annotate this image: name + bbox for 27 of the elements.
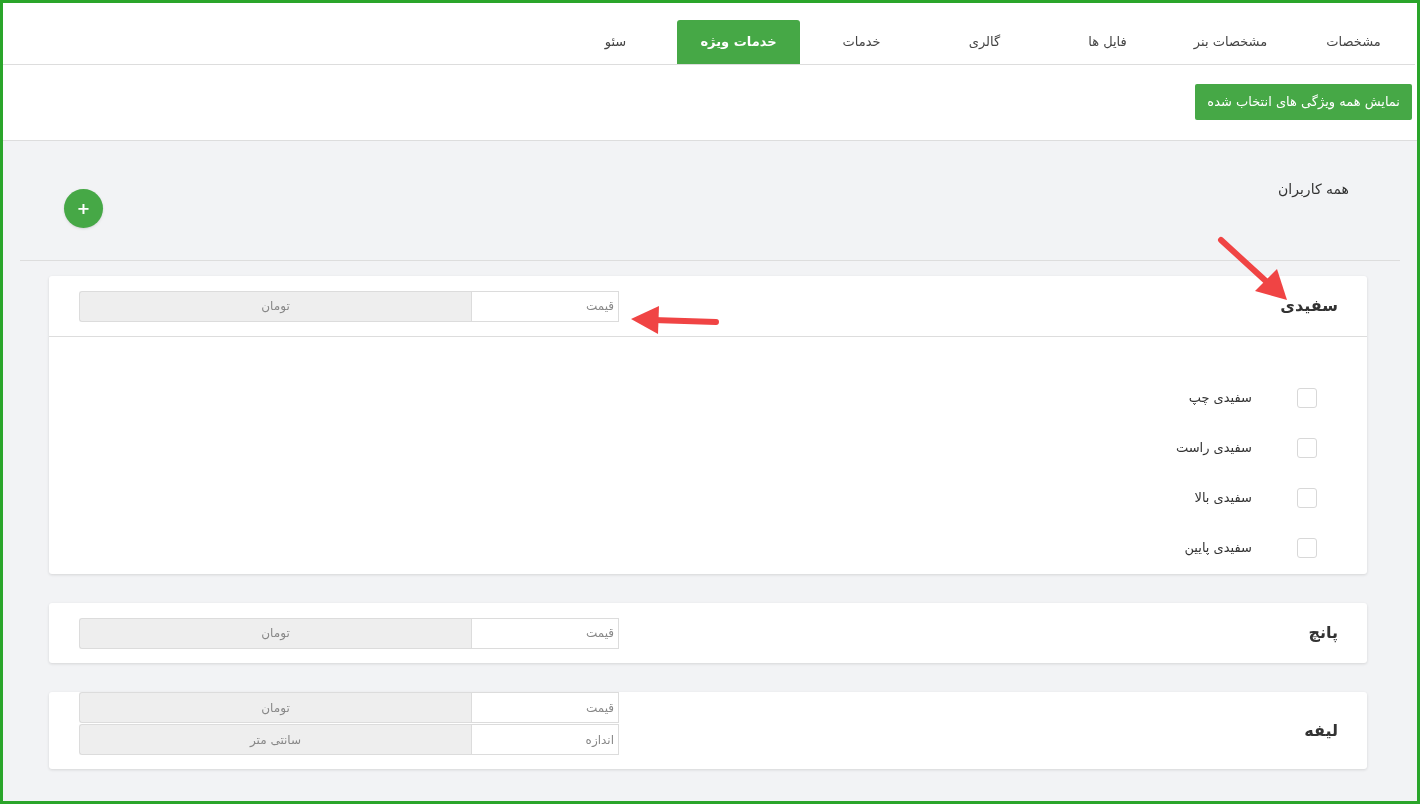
tab[interactable]: سئو: [554, 20, 677, 64]
checkbox-label: سفیدی پایین: [1184, 539, 1252, 558]
card-title: سفیدی: [1280, 295, 1338, 317]
checkbox[interactable]: [1297, 388, 1317, 408]
unit-addon: تومان: [79, 617, 471, 649]
checkbox-label: سفیدی راست: [1175, 439, 1252, 458]
unit-addon: تومان: [79, 692, 471, 723]
tab[interactable]: گالری: [923, 20, 1046, 64]
tab[interactable]: مشخصات: [1292, 20, 1415, 64]
checkbox[interactable]: [1297, 438, 1317, 458]
checkbox-label: سفیدی چپ: [1188, 389, 1252, 408]
input-field[interactable]: قیمت: [471, 617, 619, 649]
tab[interactable]: مشخصات بنر: [1169, 20, 1292, 64]
card-title: لیفه: [1304, 719, 1338, 742]
checkbox[interactable]: [1297, 488, 1317, 508]
checkbox[interactable]: [1297, 538, 1317, 558]
checkbox-label: سفیدی بالا: [1194, 489, 1252, 508]
input-field[interactable]: قیمت: [471, 290, 619, 322]
unit-addon: تومان: [79, 290, 471, 322]
annotation-arrow: [1218, 237, 1287, 300]
input-field[interactable]: قیمت: [471, 692, 619, 723]
unit-addon: سانتی متر: [79, 724, 471, 755]
tab[interactable]: خدمات: [800, 20, 923, 64]
card-title: پانچ: [1308, 622, 1338, 645]
input-field[interactable]: اندازه: [471, 724, 619, 755]
section-title: همه کاربران: [1278, 180, 1349, 200]
tab[interactable]: فایل ها: [1046, 20, 1169, 64]
